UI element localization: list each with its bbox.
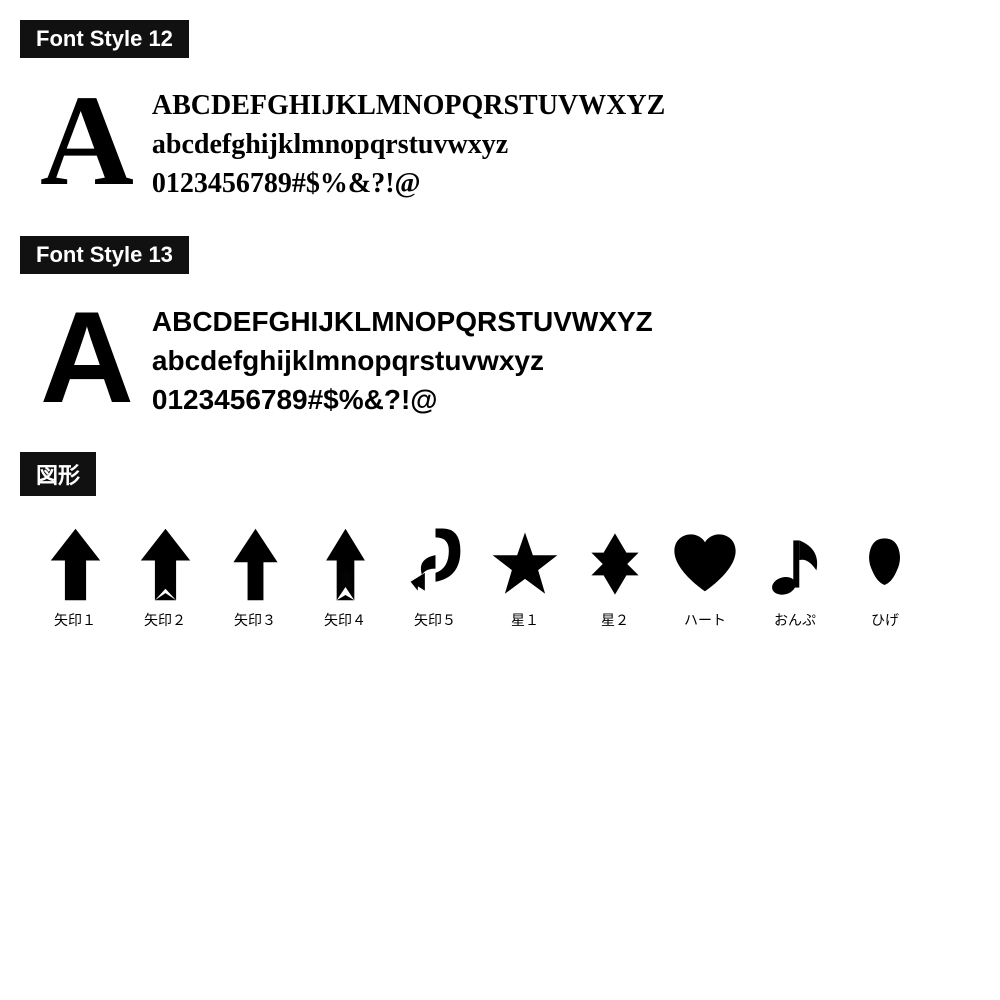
font-style-12-label: Font Style 12 — [20, 20, 189, 58]
font-style-13-charlines: ABCDEFGHIJKLMNOPQRSTUVWXYZ abcdefghijklm… — [152, 292, 653, 420]
shapes-section: 図形 矢印１ 矢印２ — [20, 452, 980, 630]
heart-label: ハート — [684, 610, 726, 630]
yajirushi1-icon — [40, 524, 110, 604]
yajirushi5-icon — [400, 524, 470, 604]
font-style-13-line1: ABCDEFGHIJKLMNOPQRSTUVWXYZ — [152, 302, 653, 341]
yajirushi4-icon — [310, 524, 380, 604]
shape-hige: ひげ — [840, 524, 930, 630]
yajirushi4-label: 矢印４ — [324, 610, 366, 630]
hoshi1-icon — [490, 524, 560, 604]
font-style-12-line1: ABCDEFGHIJKLMNOPQRSTUVWXYZ — [152, 86, 665, 125]
font-style-13-line2: abcdefghijklmnopqrstuvwxyz — [152, 341, 653, 380]
hige-label: ひげ — [871, 610, 899, 630]
onpu-icon — [760, 524, 830, 604]
yajirushi2-icon — [130, 524, 200, 604]
font-style-12-section: Font Style 12 A ABCDEFGHIJKLMNOPQRSTUVWX… — [20, 20, 980, 206]
font-style-12-line3: 0123456789#$%&?!@ — [152, 164, 665, 203]
shape-onpu: おんぷ — [750, 524, 840, 630]
shape-yajirushi1: 矢印１ — [30, 524, 120, 630]
yajirushi5-label: 矢印５ — [414, 610, 456, 630]
yajirushi3-label: 矢印３ — [234, 610, 276, 630]
shape-hoshi1: 星１ — [480, 524, 570, 630]
font-style-12-demo: A ABCDEFGHIJKLMNOPQRSTUVWXYZ abcdefghijk… — [20, 76, 980, 206]
hoshi1-label: 星１ — [511, 610, 539, 630]
onpu-label: おんぷ — [774, 610, 816, 630]
shape-heart: ハート — [660, 524, 750, 630]
heart-icon — [670, 524, 740, 604]
font-style-12-big-letter: A — [40, 76, 134, 206]
yajirushi3-icon — [220, 524, 290, 604]
font-style-13-line3: 0123456789#$%&?!@ — [152, 380, 653, 419]
hige-icon — [850, 524, 920, 604]
shape-yajirushi3: 矢印３ — [210, 524, 300, 630]
hoshi2-icon — [580, 524, 650, 604]
hoshi2-label: 星２ — [601, 610, 629, 630]
font-style-13-demo: A ABCDEFGHIJKLMNOPQRSTUVWXYZ abcdefghijk… — [20, 292, 980, 422]
shape-yajirushi5: 矢印５ — [390, 524, 480, 630]
shape-yajirushi2: 矢印２ — [120, 524, 210, 630]
font-style-13-big-letter: A — [40, 292, 134, 422]
shapes-grid: 矢印１ 矢印２ 矢印３ — [20, 524, 980, 630]
font-style-13-section: Font Style 13 A ABCDEFGHIJKLMNOPQRSTUVWX… — [20, 236, 980, 422]
shape-hoshi2: 星２ — [570, 524, 660, 630]
yajirushi2-label: 矢印２ — [144, 610, 186, 630]
shape-yajirushi4: 矢印４ — [300, 524, 390, 630]
yajirushi1-label: 矢印１ — [54, 610, 96, 630]
font-style-12-line2: abcdefghijklmnopqrstuvwxyz — [152, 125, 665, 164]
font-style-12-charlines: ABCDEFGHIJKLMNOPQRSTUVWXYZ abcdefghijklm… — [152, 76, 665, 204]
shapes-label: 図形 — [20, 452, 96, 496]
font-style-13-label: Font Style 13 — [20, 236, 189, 274]
